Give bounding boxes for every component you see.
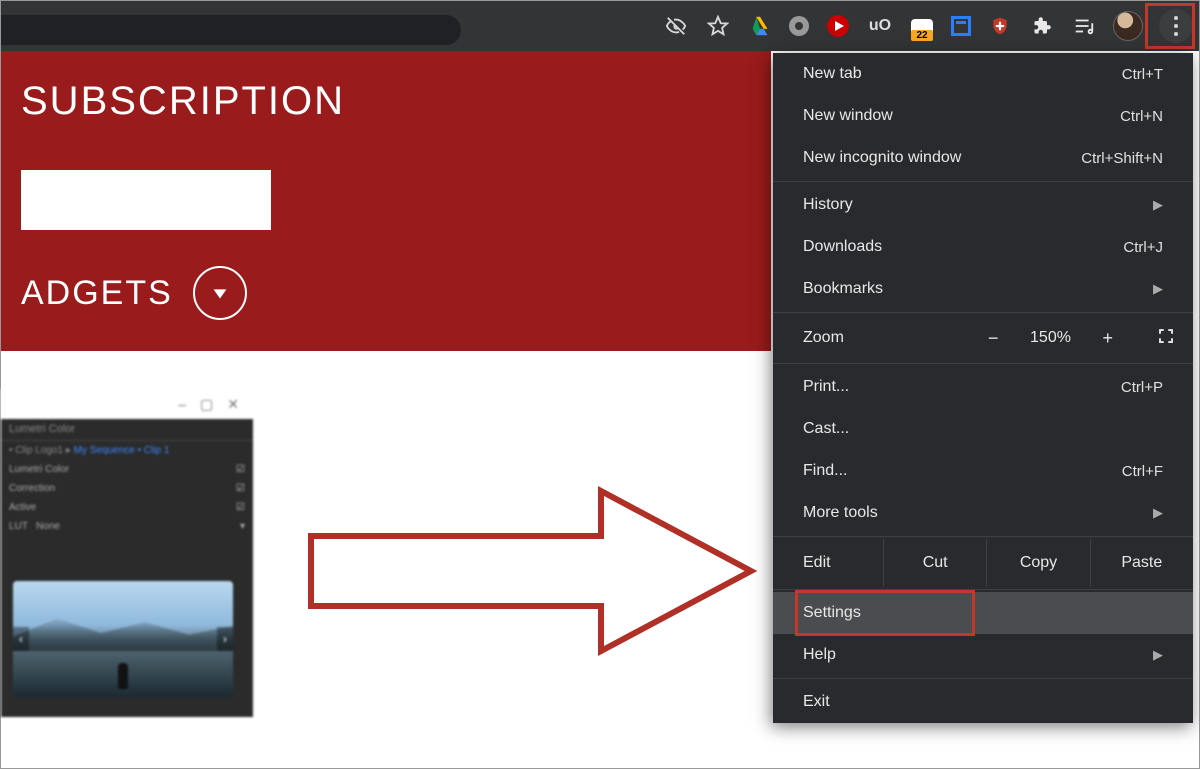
menu-help[interactable]: Help ▶	[773, 634, 1193, 676]
menu-separator	[773, 536, 1193, 537]
menu-separator	[773, 181, 1193, 182]
menu-button[interactable]	[1159, 9, 1193, 43]
menu-cast[interactable]: Cast...	[773, 408, 1193, 450]
menu-zoom: Zoom − 150% +	[773, 315, 1193, 361]
menu-item-label: Find...	[803, 462, 847, 480]
menu-print[interactable]: Print... Ctrl+P	[773, 366, 1193, 408]
menu-item-label: More tools	[803, 504, 878, 522]
video-preview[interactable]: ‹ ›	[13, 581, 233, 697]
prev-icon[interactable]: ‹	[13, 627, 29, 651]
youtube-play-icon[interactable]	[825, 13, 851, 39]
window-controls: –▢✕	[1, 389, 253, 419]
input-box[interactable]	[21, 170, 271, 230]
menu-new-window[interactable]: New window Ctrl+N	[773, 95, 1193, 137]
nav-label[interactable]: ADGETS	[21, 274, 173, 313]
menu-history[interactable]: History ▶	[773, 184, 1193, 226]
omnibox-partial[interactable]	[1, 15, 461, 45]
edit-copy[interactable]: Copy	[986, 539, 1089, 587]
menu-item-label: Bookmarks	[803, 280, 883, 298]
menu-item-shortcut: Ctrl+N	[1120, 108, 1163, 125]
honey-badge: 22	[911, 30, 933, 41]
menu-item-label: Help	[803, 646, 836, 664]
menu-item-label: New tab	[803, 65, 862, 83]
menu-item-label: History	[803, 196, 853, 214]
dropdown-toggle[interactable]	[193, 266, 247, 320]
menu-item-shortcut: Ctrl+J	[1123, 239, 1163, 256]
menu-item-label: Zoom	[803, 329, 844, 347]
menu-separator	[773, 589, 1193, 590]
menu-item-label: Edit	[773, 554, 883, 572]
page-title: SUBSCRIPTION	[21, 79, 771, 124]
frame-extension-icon[interactable]	[951, 16, 971, 36]
zoom-out-button[interactable]: −	[988, 328, 999, 349]
menu-downloads[interactable]: Downloads Ctrl+J	[773, 226, 1193, 268]
browser-toolbar: uO 22	[1, 1, 1199, 51]
menu-new-tab[interactable]: New tab Ctrl+T	[773, 53, 1193, 95]
menu-separator	[773, 363, 1193, 364]
menu-item-label: Exit	[803, 693, 830, 711]
menu-item-shortcut: Ctrl+P	[1121, 379, 1163, 396]
menu-item-label: Cast...	[803, 420, 849, 438]
profile-avatar[interactable]	[1113, 11, 1143, 41]
menu-item-label: New window	[803, 107, 893, 125]
zoom-in-button[interactable]: +	[1102, 328, 1113, 349]
fullscreen-icon[interactable]	[1157, 327, 1175, 350]
star-icon[interactable]	[705, 13, 731, 39]
edit-paste[interactable]: Paste	[1090, 539, 1193, 587]
chrome-menu: New tab Ctrl+T New window Ctrl+N New inc…	[773, 53, 1193, 723]
menu-item-label: Downloads	[803, 238, 882, 256]
editor-thumbnail: –▢✕ Lumetri Color • Clip Logo1 ▸ My Sequ…	[1, 389, 253, 717]
edit-cut[interactable]: Cut	[883, 539, 986, 587]
next-icon[interactable]: ›	[217, 627, 233, 651]
menu-separator	[773, 312, 1193, 313]
menu-exit[interactable]: Exit	[773, 681, 1193, 723]
menu-item-label: Settings	[803, 604, 861, 622]
page-background: SUBSCRIPTION ADGETS	[1, 51, 771, 351]
submenu-caret-icon: ▶	[1153, 281, 1163, 297]
honey-extension-icon[interactable]: 22	[909, 13, 935, 39]
shield-extension-icon[interactable]	[987, 13, 1013, 39]
menu-item-shortcut: Ctrl+F	[1122, 463, 1163, 480]
menu-item-shortcut: Ctrl+Shift+N	[1081, 150, 1163, 167]
menu-bookmarks[interactable]: Bookmarks ▶	[773, 268, 1193, 310]
menu-item-label: Print...	[803, 378, 849, 396]
submenu-caret-icon: ▶	[1153, 647, 1163, 663]
submenu-caret-icon: ▶	[1153, 505, 1163, 521]
submenu-caret-icon: ▶	[1153, 197, 1163, 213]
menu-settings[interactable]: Settings	[773, 592, 1193, 634]
google-drive-icon[interactable]	[747, 13, 773, 39]
extensions-icon[interactable]	[1029, 13, 1055, 39]
annotation-arrow	[301, 481, 761, 661]
menu-find[interactable]: Find... Ctrl+F	[773, 450, 1193, 492]
menu-item-shortcut: Ctrl+T	[1122, 66, 1163, 83]
playlist-icon[interactable]	[1071, 13, 1097, 39]
menu-more-tools[interactable]: More tools ▶	[773, 492, 1193, 534]
disc-extension-icon[interactable]	[789, 16, 809, 36]
menu-edit: Edit Cut Copy Paste	[773, 539, 1193, 587]
menu-separator	[773, 678, 1193, 679]
ublock-icon[interactable]: uO	[867, 13, 893, 39]
menu-incognito[interactable]: New incognito window Ctrl+Shift+N	[773, 137, 1193, 179]
menu-item-label: New incognito window	[803, 149, 961, 167]
zoom-value: 150%	[1022, 329, 1078, 347]
eye-off-icon[interactable]	[663, 13, 689, 39]
